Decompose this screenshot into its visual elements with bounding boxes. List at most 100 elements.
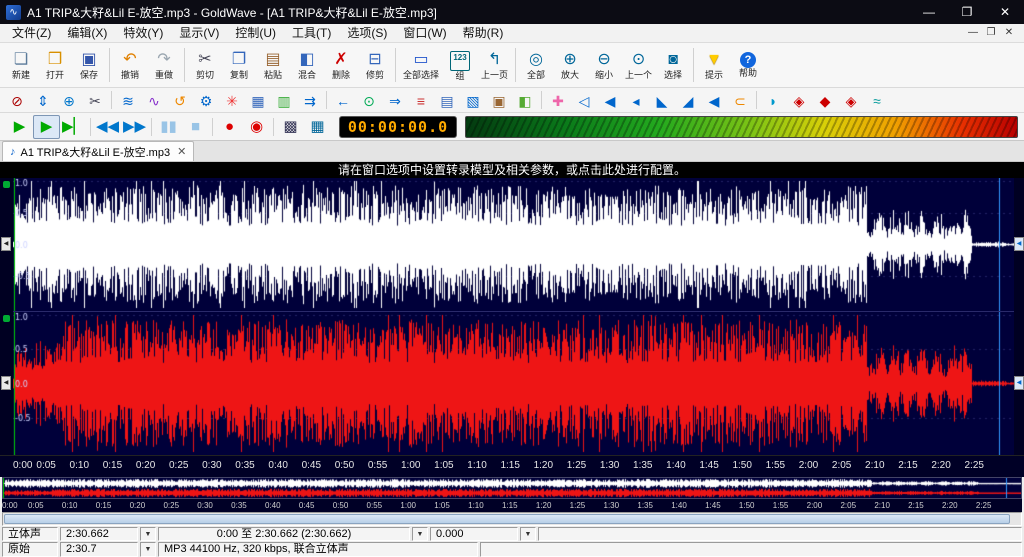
- selection-dropdown-button[interactable]: ▼: [412, 527, 428, 541]
- rewind-button[interactable]: ◀◀: [94, 115, 121, 139]
- zoom-out-button[interactable]: ⊖ 缩小: [587, 45, 621, 86]
- position-dropdown-button[interactable]: ▼: [520, 527, 536, 541]
- left-channel-end-marker[interactable]: ◀: [1014, 237, 1024, 251]
- mdi-minimize-button[interactable]: —: [964, 24, 982, 42]
- play-button[interactable]: ▶: [6, 115, 33, 139]
- zoom-in-button[interactable]: ⊕ 放大: [553, 45, 587, 86]
- overview-strip[interactable]: [2, 477, 1022, 499]
- right-arrow-icon[interactable]: ⇒: [382, 90, 408, 111]
- overview-waveform[interactable]: [3, 478, 1021, 498]
- original-dropdown-button[interactable]: ▼: [140, 542, 156, 557]
- play-end-button[interactable]: ▶▏: [60, 115, 87, 139]
- pause-button[interactable]: ▮▮: [155, 115, 182, 139]
- fast-forward-button[interactable]: ▶▶: [121, 115, 148, 139]
- vu-meter[interactable]: [465, 115, 1018, 138]
- right-channel-waveform[interactable]: [13, 311, 1014, 455]
- rotate-left-icon[interactable]: ↺: [167, 90, 193, 111]
- stop-button[interactable]: ■: [182, 115, 209, 139]
- barrel-icon[interactable]: ▣: [486, 90, 512, 111]
- corner-right-icon[interactable]: ◢: [675, 90, 701, 111]
- notice-bar[interactable]: 请在窗口选项中设置转录模型及相关参数，或点击此处进行配置。: [0, 162, 1024, 178]
- close-button[interactable]: ✕: [986, 0, 1024, 24]
- plus-icon[interactable]: ✚: [545, 90, 571, 111]
- right-channel-marker[interactable]: ◀: [1, 376, 11, 390]
- diamond-left-icon[interactable]: ◈: [786, 90, 812, 111]
- mix-button[interactable]: ◧ 混合: [290, 45, 324, 86]
- time-axis[interactable]: 0:00 0:05 0:10 0:15 0:20 0:25 0:30 0:35 0:40 0:45…: [0, 455, 1024, 477]
- target-icon[interactable]: ⊙: [356, 90, 382, 111]
- speech-bubble-icon[interactable]: ◗: [760, 90, 786, 111]
- status-selection[interactable]: 0:00 至 2:30.662 (2:30.662): [158, 527, 410, 541]
- skip-left-icon[interactable]: ◀: [701, 90, 727, 111]
- record-selection-button[interactable]: ◉: [243, 115, 270, 139]
- copy-button[interactable]: ❐ 复制: [222, 45, 256, 86]
- rows-icon[interactable]: ▤: [434, 90, 460, 111]
- corner-left-icon[interactable]: ◣: [649, 90, 675, 111]
- save-button[interactable]: ▣ 保存: [72, 45, 106, 86]
- menu-help[interactable]: 帮助(R): [455, 24, 512, 42]
- left-channel-waveform[interactable]: [13, 178, 1014, 311]
- scrollbar-thumb[interactable]: [4, 514, 1010, 524]
- redo-button[interactable]: ↷ 重做: [147, 45, 181, 86]
- grid-icon[interactable]: ▦: [245, 90, 271, 111]
- menu-tools[interactable]: 工具(T): [284, 24, 339, 42]
- hint-button[interactable]: ▼ 提示: [697, 45, 731, 86]
- trim-button[interactable]: ⊟ 修剪: [358, 45, 392, 86]
- control-properties-button[interactable]: ▩: [277, 115, 304, 139]
- diamond-icon[interactable]: ◆: [812, 90, 838, 111]
- menu-edit[interactable]: 编辑(X): [59, 24, 115, 42]
- tab-close-icon[interactable]: ✕: [175, 145, 186, 158]
- menu-window[interactable]: 窗口(W): [395, 24, 454, 42]
- left-channel-marker[interactable]: ◀: [1, 237, 11, 251]
- length-dropdown-button[interactable]: ▼: [140, 527, 156, 541]
- cut-button[interactable]: ✂ 剪切: [188, 45, 222, 86]
- speaker-mute-icon[interactable]: ◁: [571, 90, 597, 111]
- menu-control[interactable]: 控制(U): [227, 24, 284, 42]
- new-button[interactable]: ❏ 新建: [4, 45, 38, 86]
- play-selection-button[interactable]: ▶: [33, 114, 60, 139]
- left-channel-flag-icon[interactable]: [3, 181, 10, 188]
- preset-group-button[interactable]: 123 组: [443, 45, 477, 86]
- previous-page-button[interactable]: ↰ 上一页: [477, 45, 512, 86]
- select-all-button[interactable]: ▭ 全部选择: [399, 45, 443, 86]
- mdi-restore-button[interactable]: ❐: [982, 24, 1000, 42]
- menu-effects[interactable]: 特效(Y): [115, 24, 171, 42]
- minimize-button[interactable]: —: [910, 0, 948, 24]
- record-button[interactable]: ●: [216, 115, 243, 139]
- zoom-all-button[interactable]: ◎ 全部: [519, 45, 553, 86]
- approx-icon[interactable]: ≈: [864, 90, 890, 111]
- menu-options[interactable]: 选项(S): [339, 24, 395, 42]
- sine-wave-icon[interactable]: ∿: [141, 90, 167, 111]
- gear-icon[interactable]: ⚙: [193, 90, 219, 111]
- left-arrow-icon[interactable]: ←: [330, 90, 356, 111]
- help-button[interactable]: ? 帮助: [731, 45, 765, 86]
- half-block-icon[interactable]: ◧: [512, 90, 538, 111]
- bars-icon[interactable]: ▥: [271, 90, 297, 111]
- double-arrow-right-icon[interactable]: ⇉: [297, 90, 323, 111]
- visual-display-button[interactable]: ▦: [304, 115, 331, 139]
- document-tab[interactable]: ♪ A1 TRIP&大籽&Lil E-放空.mp3 ✕: [2, 141, 195, 161]
- mdi-close-button[interactable]: ✕: [1000, 24, 1018, 42]
- menu-file[interactable]: 文件(Z): [4, 24, 59, 42]
- burst-icon[interactable]: ✳: [219, 90, 245, 111]
- delete-button[interactable]: ✗ 删除: [324, 45, 358, 86]
- paste-button[interactable]: ▤ 粘贴: [256, 45, 290, 86]
- restore-button[interactable]: ❐: [948, 0, 986, 24]
- globe-icon[interactable]: ⊕: [56, 90, 82, 111]
- diag-grid-icon[interactable]: ▧: [460, 90, 486, 111]
- waves-icon[interactable]: ≋: [115, 90, 141, 111]
- undo-button[interactable]: ↶ 撤销: [113, 45, 147, 86]
- eq-lines-icon[interactable]: ≡: [408, 90, 434, 111]
- right-channel-end-marker[interactable]: ◀: [1014, 376, 1024, 390]
- menu-view[interactable]: 显示(V): [171, 24, 227, 42]
- right-channel-flag-icon[interactable]: [3, 315, 10, 322]
- volume-small-icon[interactable]: ◂: [623, 90, 649, 111]
- link-icon[interactable]: ⊂: [727, 90, 753, 111]
- speaker-icon[interactable]: ◀: [597, 90, 623, 111]
- zoom-previous-button[interactable]: ⊙ 上一个: [621, 45, 656, 86]
- zoom-selection-button[interactable]: ◙ 选择: [656, 45, 690, 86]
- horizontal-scrollbar[interactable]: [2, 512, 1022, 526]
- resize-vertical-icon[interactable]: ⇕: [30, 90, 56, 111]
- scissors-icon[interactable]: ✂: [82, 90, 108, 111]
- open-button[interactable]: ❒ 打开: [38, 45, 72, 86]
